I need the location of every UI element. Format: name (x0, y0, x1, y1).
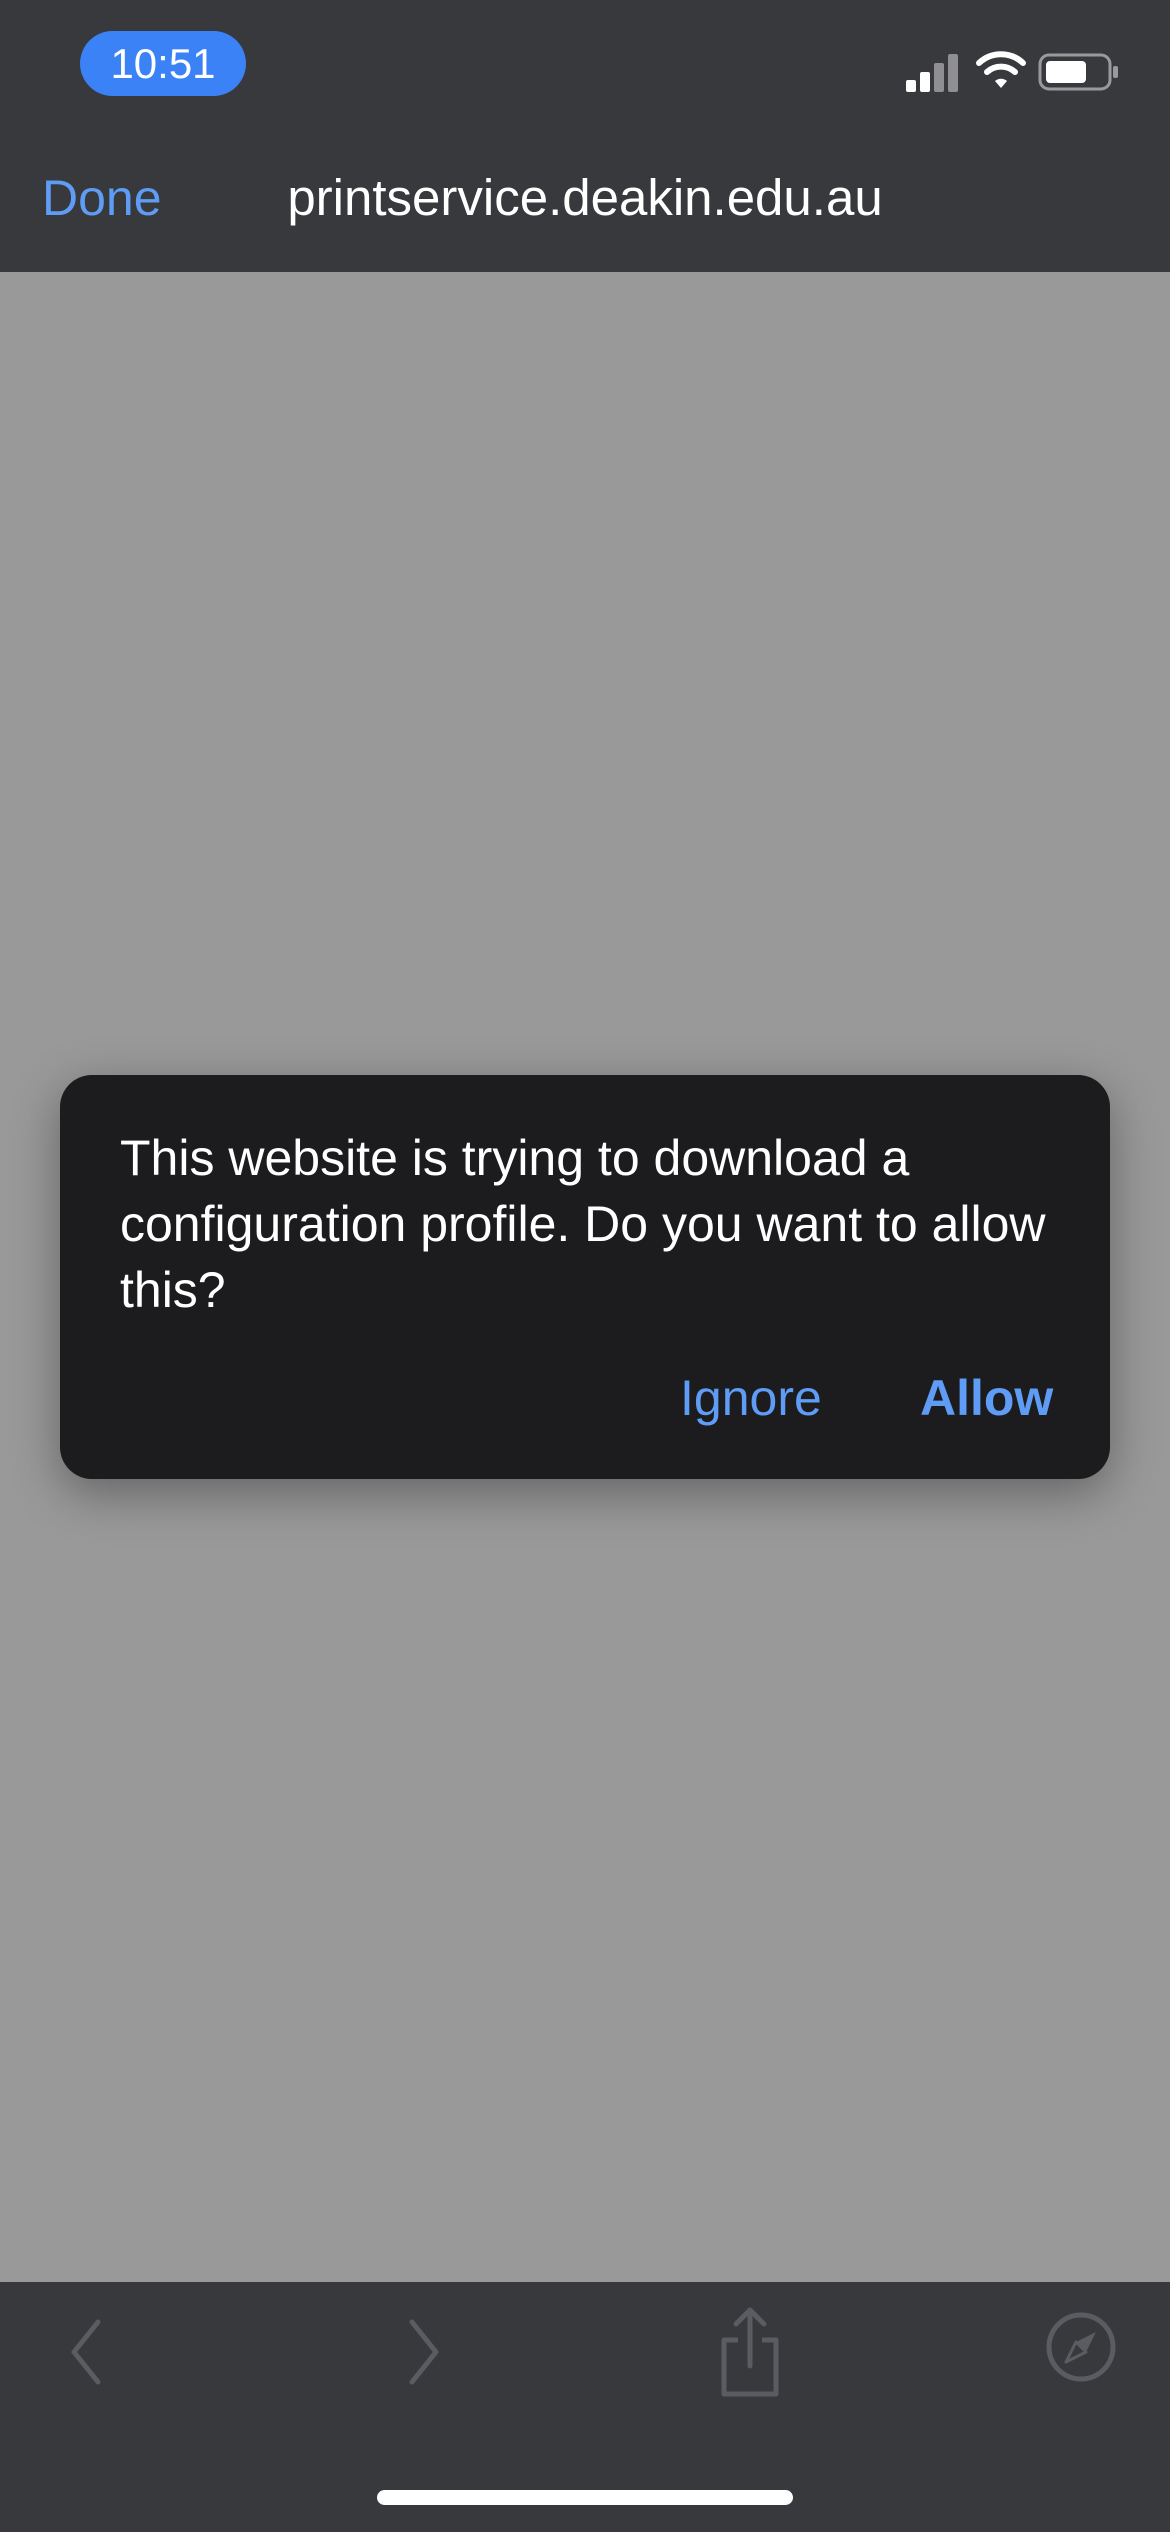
status-time[interactable]: 10:51 (80, 31, 246, 96)
cellular-signal-icon (906, 54, 958, 92)
top-bar: 10:51 Done printservice.deakin.edu.au (0, 0, 1170, 272)
battery-icon (1038, 53, 1118, 91)
dialog-message: This website is trying to download a con… (120, 1130, 1046, 1318)
compass-icon[interactable] (1044, 2310, 1118, 2384)
configuration-profile-dialog: This website is trying to download a con… (60, 1075, 1110, 1479)
allow-button[interactable]: Allow (920, 1368, 1053, 1428)
wifi-icon (976, 51, 1026, 88)
done-button[interactable]: Done (42, 168, 162, 228)
ignore-button[interactable]: Ignore (680, 1368, 822, 1428)
share-icon[interactable] (718, 2302, 782, 2402)
forward-icon[interactable] (398, 2312, 448, 2392)
back-icon[interactable] (62, 2312, 112, 2392)
home-indicator[interactable] (377, 2490, 793, 2505)
page-url: printservice.deakin.edu.au (287, 169, 883, 226)
